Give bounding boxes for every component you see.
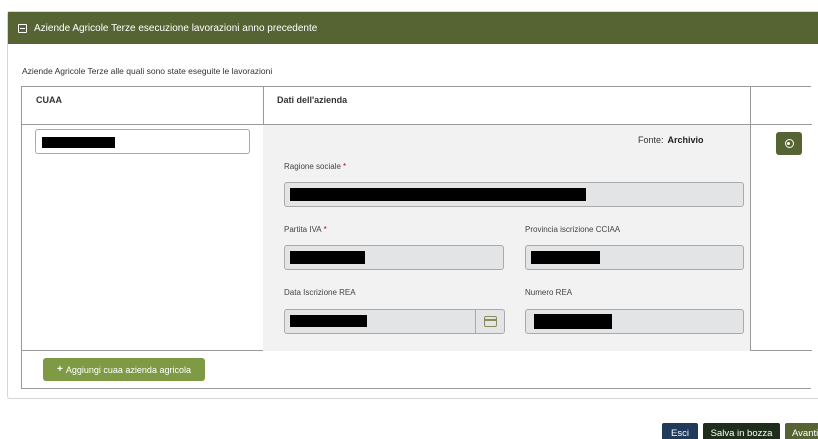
- redacted-value: [42, 137, 115, 148]
- avanti-button[interactable]: Avanti: [785, 423, 818, 439]
- ragione-sociale-label: Ragione sociale *: [284, 162, 347, 171]
- data-rea-label: Data Iscrizione REA: [284, 288, 356, 297]
- lavorazioni-panel: Aziende Agricole Terze esecuzione lavora…: [7, 11, 818, 399]
- collapse-icon[interactable]: [18, 23, 27, 33]
- salva-bozza-button[interactable]: Salva in bozza: [703, 423, 780, 439]
- plus-icon: +: [57, 364, 63, 375]
- redacted-value: [534, 314, 612, 329]
- redacted-value: [531, 251, 600, 264]
- add-cuaa-label: Aggiungi cuaa azienda agricola: [65, 364, 191, 375]
- redacted-value: [290, 251, 365, 264]
- source-label: Fonte:: [638, 135, 664, 145]
- column-header-cuaa: CUAA: [36, 95, 62, 105]
- panel-title: Aziende Agricole Terze esecuzione lavora…: [34, 22, 318, 34]
- partita-iva-field[interactable]: [284, 245, 504, 270]
- esci-button[interactable]: Esci: [662, 423, 698, 439]
- column-divider: [750, 87, 751, 351]
- section-label: Aziende Agricole Terze alle quali sono s…: [22, 66, 273, 76]
- source-info: Fonte: Archivio: [638, 135, 704, 145]
- add-cuaa-button[interactable]: + Aggiungi cuaa azienda agricola: [43, 358, 205, 381]
- calendar-button[interactable]: [475, 309, 505, 334]
- provincia-field[interactable]: [525, 245, 744, 270]
- numero-rea-field[interactable]: [525, 309, 744, 334]
- redacted-value: [290, 315, 367, 327]
- panel-header[interactable]: Aziende Agricole Terze esecuzione lavora…: [8, 12, 818, 44]
- partita-iva-label: Partita IVA *: [284, 225, 327, 234]
- numero-rea-label: Numero REA: [525, 288, 573, 297]
- remove-circle-icon: [784, 139, 794, 148]
- calendar-icon: [483, 316, 497, 327]
- redacted-value: [290, 188, 586, 201]
- provincia-label: Provincia iscrizione CCIAA: [525, 225, 621, 234]
- source-value: Archivio: [667, 135, 704, 145]
- column-header-dati: Dati dell'azienda: [277, 95, 348, 105]
- data-rea-field[interactable]: [284, 309, 476, 334]
- cuaa-input[interactable]: [35, 129, 250, 154]
- aziende-table: CUAA Dati dell'azienda Fonte: Archivio Ra…: [21, 86, 812, 389]
- remove-row-button[interactable]: [776, 132, 802, 155]
- ragione-sociale-field[interactable]: [284, 182, 744, 207]
